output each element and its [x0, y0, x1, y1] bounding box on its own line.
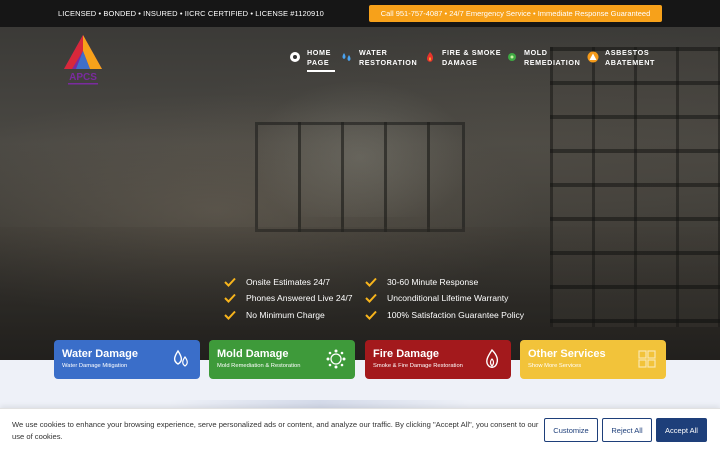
feature-text: No Minimum Charge [246, 309, 325, 320]
features-right: 30-60 Minute Response Unconditional Life… [365, 274, 524, 323]
feature-text: 100% Satisfaction Guarantee Policy [387, 309, 525, 320]
feature-text: Unconditional Lifetime Warranty [387, 293, 509, 304]
top-bar: LICENSED • BONDED • INSURED • IICRC CERT… [0, 0, 720, 27]
reject-all-button[interactable]: Reject All [602, 418, 652, 442]
feature-item: Phones Answered Live 24/7 [224, 290, 353, 306]
warning-icon [587, 51, 599, 63]
customize-button[interactable]: Customize [544, 418, 598, 442]
check-icon [365, 277, 377, 288]
service-title: Mold Damage [217, 348, 289, 360]
check-icon [224, 294, 236, 304]
feature-item: No Minimum Charge [224, 307, 353, 323]
cookie-banner: We use cookies to enhance your browsing … [0, 408, 720, 450]
feature-text: Phones Answered Live 24/7 [246, 293, 353, 304]
flame-icon [486, 348, 499, 368]
service-card-other[interactable]: Other Services Show More Services [520, 340, 666, 379]
feature-item: 30-60 Minute Response [365, 274, 524, 290]
nav-asbestos-line1: ASBESTOS [605, 48, 650, 57]
nav-water-line2: RESTORATION [359, 57, 418, 67]
hero-section [0, 27, 720, 360]
check-icon [365, 294, 377, 304]
call-button[interactable]: Call 951-757-4087 • 24/7 Emergency Servi… [369, 5, 662, 22]
logo-text: APCS [69, 72, 97, 83]
nav-mold-line2: REMEDIATION [524, 57, 581, 67]
nav-asbestos-abatement[interactable]: ASBESTOS ABATEMENT [587, 48, 655, 72]
water-drop-icon [173, 349, 188, 367]
check-icon [224, 310, 236, 320]
nav-water-line1: WATER [359, 48, 388, 57]
service-card-fire[interactable]: Fire Damage Smoke & Fire Damage Restorat… [365, 340, 511, 379]
nav-home-line2: PAGE [307, 57, 330, 67]
feature-text: 30-60 Minute Response [387, 277, 479, 288]
service-subtitle: Show More Services [528, 363, 582, 369]
water-drops-icon [342, 53, 351, 61]
nav-fire-line1: FIRE & SMOKE [442, 48, 502, 57]
grid-icon [638, 350, 656, 368]
nav-mold-line1: MOLD [524, 48, 548, 57]
feature-item: Onsite Estimates 24/7 [224, 274, 353, 290]
nav-fire-line2: DAMAGE [442, 57, 478, 67]
nav-water-restoration[interactable]: WATER RESTORATION [341, 48, 417, 72]
active-underline [307, 70, 335, 72]
apcs-logo[interactable]: APCS [60, 33, 106, 87]
nav-home[interactable]: HOME PAGE [289, 48, 335, 72]
nav-home-line1: HOME [307, 48, 331, 57]
service-subtitle: Smoke & Fire Damage Restoration [373, 363, 463, 369]
service-title: Other Services [528, 348, 606, 360]
service-title: Fire Damage [373, 348, 440, 360]
nav-mold-remediation[interactable]: MOLD REMEDIATION [506, 48, 580, 72]
nav-fire-smoke[interactable]: FIRE & SMOKE DAMAGE [424, 48, 501, 72]
cookie-text: We use cookies to enhance your browsing … [12, 420, 539, 441]
service-subtitle: Water Damage Mitigation [62, 363, 128, 369]
service-card-water[interactable]: Water Damage Water Damage Mitigation [54, 340, 200, 379]
features-left: Onsite Estimates 24/7 Phones Answered Li… [224, 274, 353, 323]
feature-text: Onsite Estimates 24/7 [246, 277, 331, 288]
fire-icon [426, 52, 434, 62]
service-title: Water Damage [62, 348, 139, 360]
check-icon [365, 310, 377, 320]
gear-house-icon [290, 52, 300, 62]
service-subtitle: Mold Remediation & Restoration [217, 363, 301, 369]
feature-item: 100% Satisfaction Guarantee Policy [365, 307, 524, 323]
service-card-mold[interactable]: Mold Damage Mold Remediation & Restorati… [209, 340, 355, 379]
mold-spore-icon [326, 349, 346, 369]
nav-asbestos-line2: ABATEMENT [605, 57, 655, 67]
mold-icon [508, 53, 516, 61]
feature-item: Unconditional Lifetime Warranty [365, 290, 524, 306]
license-text: LICENSED • BONDED • INSURED • IICRC CERT… [58, 9, 324, 18]
accept-all-button[interactable]: Accept All [656, 418, 707, 442]
check-icon [224, 277, 236, 288]
